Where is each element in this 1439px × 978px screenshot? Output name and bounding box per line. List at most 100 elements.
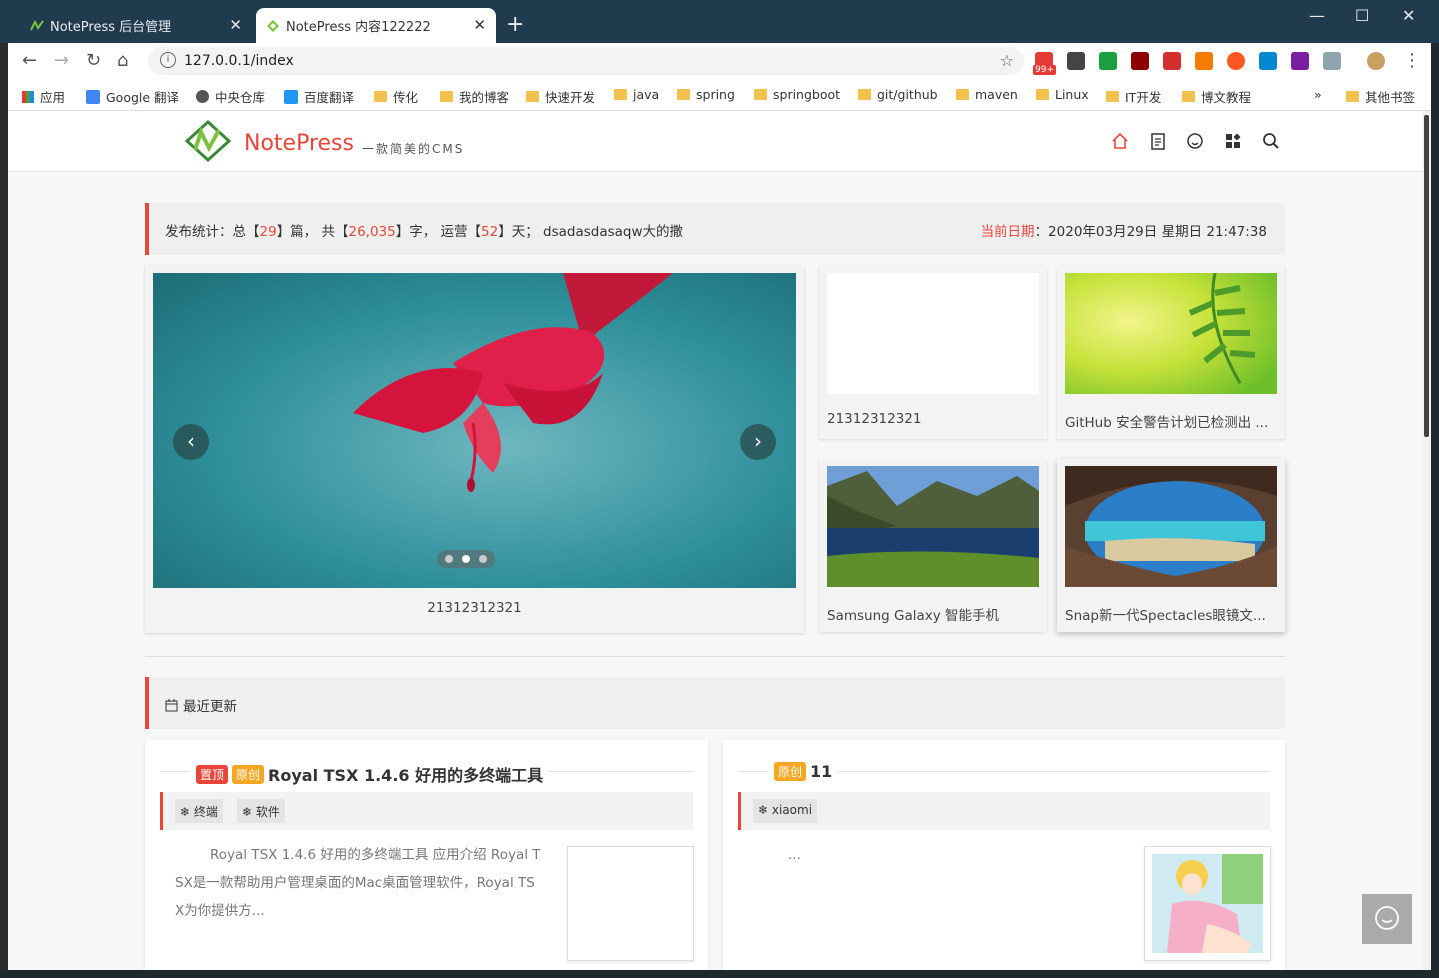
bookmark-folder[interactable]: Linux bbox=[1036, 87, 1089, 102]
card-caption[interactable]: Snap新一代Spectacles眼镜文... bbox=[1065, 604, 1277, 624]
publish-stats-bar: 发布统计：总【29】篇， 共【26,035】字， 运营【52】天； dsadas… bbox=[145, 203, 1285, 255]
home-icon[interactable] bbox=[1110, 131, 1130, 151]
tag-label: xiaomi bbox=[771, 803, 813, 817]
menu-icon[interactable]: ⋮ bbox=[1403, 50, 1421, 71]
carousel-slide-image[interactable] bbox=[153, 273, 796, 588]
bookmark-label: 传化 bbox=[393, 90, 419, 105]
baidu-translate-icon bbox=[284, 89, 298, 104]
bookmark-central-repo[interactable]: 中央仓库 bbox=[196, 87, 265, 106]
bookmark-folder[interactable]: 快速开发 bbox=[526, 87, 595, 106]
scrollbar-thumb[interactable] bbox=[1424, 115, 1429, 437]
bookmark-folder[interactable]: IT开发 bbox=[1106, 87, 1161, 106]
site-brand[interactable]: NotePress bbox=[244, 131, 354, 156]
card-caption[interactable]: 21312312321 bbox=[827, 411, 1039, 427]
post-thumbnail[interactable] bbox=[567, 846, 694, 961]
maximize-icon[interactable]: ☐ bbox=[1355, 6, 1369, 25]
post-title[interactable]: 11 bbox=[810, 762, 832, 781]
bookmark-folder[interactable]: java bbox=[614, 87, 659, 102]
featured-card[interactable]: Samsung Galaxy 智能手机 bbox=[819, 459, 1047, 632]
featured-card[interactable]: 21312312321 bbox=[819, 266, 1047, 439]
chat-button[interactable] bbox=[1362, 894, 1412, 944]
window-edge bbox=[0, 43, 8, 978]
carousel-dot[interactable] bbox=[479, 555, 487, 563]
post-card[interactable]: 原创 11 ❄ xiaomi ... bbox=[723, 740, 1285, 970]
avatar[interactable] bbox=[1367, 52, 1385, 70]
tag[interactable]: ❄ xiaomi bbox=[753, 799, 818, 823]
bookmark-folder[interactable]: 传化 bbox=[374, 87, 418, 106]
card-caption[interactable]: GitHub 安全警告计划已检测出 ... bbox=[1065, 411, 1277, 431]
new-tab-icon[interactable]: + bbox=[506, 12, 524, 37]
tag[interactable]: ❄ 终端 bbox=[175, 799, 223, 823]
bookmark-folder[interactable]: maven bbox=[956, 87, 1018, 102]
bookmark-label: Linux bbox=[1055, 87, 1089, 102]
featured-card[interactable]: GitHub 安全警告计划已检测出 ... bbox=[1057, 266, 1285, 439]
extension-badge: 99+ bbox=[1033, 65, 1056, 75]
tab-title: NotePress 内容122222 bbox=[286, 20, 431, 35]
apps-icon[interactable] bbox=[1223, 131, 1243, 151]
folder-icon bbox=[1346, 91, 1359, 102]
bookmarks-more-icon[interactable]: » bbox=[1314, 87, 1322, 102]
featured-card[interactable]: Snap新一代Spectacles眼镜文... bbox=[1057, 459, 1285, 632]
info-icon[interactable]: i bbox=[160, 52, 176, 68]
window-ext-icon[interactable] bbox=[1323, 52, 1341, 70]
close-icon[interactable]: ✕ bbox=[229, 16, 242, 34]
star-icon[interactable]: ☆ bbox=[1000, 51, 1014, 70]
excerpt-line: SX是一款帮助用户管理桌面的Mac桌面管理软件，Royal TS bbox=[175, 875, 535, 891]
bookmark-folder[interactable]: spring bbox=[677, 87, 735, 102]
tag[interactable]: ❄ 软件 bbox=[237, 799, 285, 823]
translate-ext-icon[interactable] bbox=[1259, 52, 1277, 70]
address-bar[interactable]: i 127.0.0.1/index ☆ bbox=[148, 47, 1024, 75]
infinity-icon[interactable] bbox=[1227, 52, 1245, 70]
bookmark-baidu-translate[interactable]: 百度翻译 bbox=[284, 87, 354, 106]
rp-icon[interactable] bbox=[1291, 52, 1309, 70]
notepress-logo[interactable] bbox=[185, 120, 231, 162]
section-title: 最近更新 bbox=[183, 699, 237, 715]
card-caption[interactable]: Samsung Galaxy 智能手机 bbox=[827, 604, 1039, 624]
reload-icon[interactable]: ↻ bbox=[86, 50, 101, 71]
ublock-icon[interactable] bbox=[1131, 52, 1149, 70]
fe-helper-icon[interactable] bbox=[1163, 52, 1181, 70]
close-icon[interactable]: ✕ bbox=[473, 16, 486, 34]
carousel-next-button[interactable]: › bbox=[740, 424, 776, 460]
carousel-dot[interactable] bbox=[445, 555, 453, 563]
folder-icon bbox=[526, 91, 539, 102]
stats-text: 】字， 运营【 bbox=[395, 224, 482, 240]
date-label: 当前日期 bbox=[980, 224, 1035, 240]
excerpt-line: X为你提供方... bbox=[175, 903, 265, 919]
bookmark-label: 博文教程 bbox=[1201, 90, 1252, 105]
excerpt-line: ... bbox=[788, 847, 801, 863]
notes-icon[interactable] bbox=[1148, 131, 1168, 151]
qr-code-icon[interactable] bbox=[1067, 52, 1085, 70]
bookmark-folder[interactable]: 我的博客 bbox=[440, 87, 509, 106]
post-title[interactable]: Royal TSX 1.4.6 好用的多终端工具 bbox=[268, 762, 543, 786]
search-icon[interactable] bbox=[1261, 131, 1281, 151]
bookmark-folder[interactable]: 博文教程 bbox=[1182, 87, 1251, 106]
bookmark-google-translate[interactable]: Google 翻译 bbox=[86, 87, 179, 106]
bookmark-apps[interactable]: 应用 bbox=[22, 87, 65, 106]
window-edge bbox=[0, 970, 1439, 978]
folder-icon bbox=[677, 89, 690, 100]
back-icon[interactable]: ← bbox=[22, 50, 37, 71]
smile-icon[interactable] bbox=[1185, 131, 1205, 151]
minimize-icon[interactable]: — bbox=[1309, 6, 1325, 25]
card-thumbnail bbox=[827, 466, 1039, 587]
carousel-prev-button[interactable]: ‹ bbox=[173, 424, 209, 460]
forward-icon[interactable]: → bbox=[54, 50, 69, 71]
share-icon[interactable] bbox=[1195, 52, 1213, 70]
current-date: 当前日期：2020年03月29日 星期日 21:47:38 bbox=[981, 220, 1267, 240]
carousel-indicators bbox=[437, 550, 495, 568]
tab-admin[interactable]: NotePress 后台管理 ✕ bbox=[20, 8, 252, 43]
bookmark-folder[interactable]: springboot bbox=[754, 87, 840, 102]
close-window-icon[interactable]: ✕ bbox=[1402, 6, 1415, 25]
other-bookmarks[interactable]: 其他书签 bbox=[1346, 87, 1415, 106]
home-icon[interactable]: ⌂ bbox=[117, 50, 128, 71]
carousel-caption[interactable]: 21312312321 bbox=[145, 600, 804, 616]
shield-icon[interactable] bbox=[1099, 52, 1117, 70]
tab-content[interactable]: NotePress 内容122222 ✕ bbox=[256, 8, 496, 43]
bookmark-folder[interactable]: git/github bbox=[858, 87, 938, 102]
carousel-dot-active[interactable] bbox=[462, 555, 470, 563]
chat-icon bbox=[1375, 906, 1399, 930]
post-thumbnail[interactable] bbox=[1144, 846, 1271, 961]
post-card[interactable]: 置顶 原创 Royal TSX 1.4.6 好用的多终端工具 ❄ 终端 ❄ 软件… bbox=[145, 740, 708, 970]
folder-icon bbox=[956, 89, 969, 100]
